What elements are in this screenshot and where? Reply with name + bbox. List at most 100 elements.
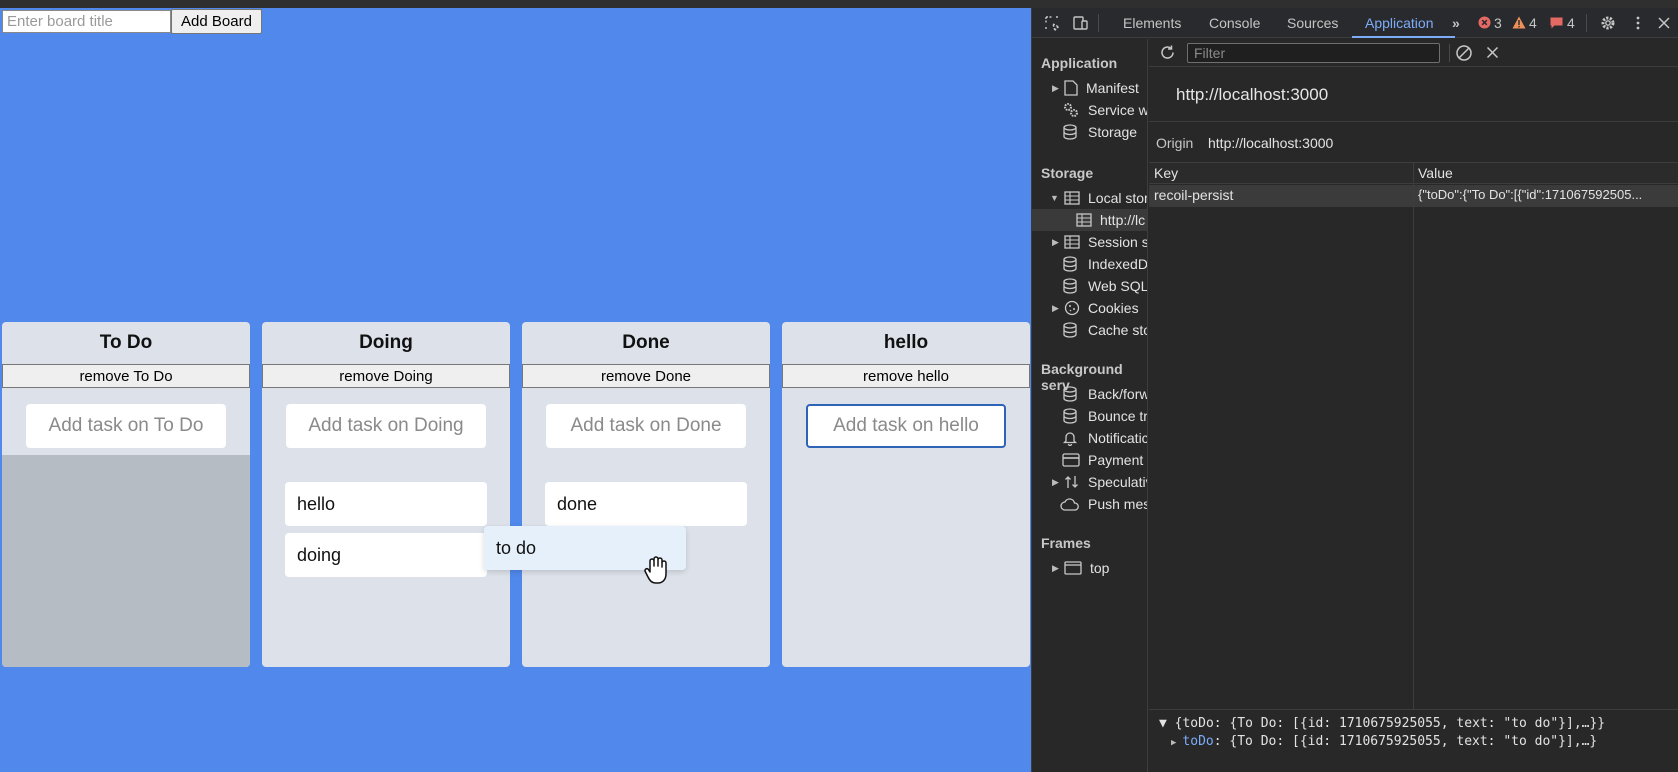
sidebar-section-storage: Storage xyxy=(1041,165,1094,181)
cell-value: {"toDo":{"To Do":[{"id":171067592505... xyxy=(1418,187,1643,202)
sidebar-item-cache-storage[interactable]: Cache sto xyxy=(1062,319,1147,341)
tab-elements[interactable]: Elements xyxy=(1123,15,1181,31)
remove-board-button[interactable]: remove Done xyxy=(522,364,770,388)
add-task-input[interactable] xyxy=(286,404,486,448)
sidebar-item-bounce-tracking[interactable]: Bounce tr xyxy=(1062,405,1148,427)
column-header-value[interactable]: Value xyxy=(1418,165,1453,181)
remove-board-button[interactable]: remove To Do xyxy=(2,364,250,388)
close-devtools-icon[interactable] xyxy=(1656,15,1672,31)
sidebar-item-label: Notificatic xyxy=(1088,430,1148,446)
add-board-button[interactable]: Add Board xyxy=(171,9,262,34)
sidebar-item-label: Speculativ xyxy=(1088,474,1148,490)
sidebar-item-localhost-origin[interactable]: http://lc xyxy=(1032,209,1147,231)
origin-heading: http://localhost:3000 xyxy=(1176,85,1329,104)
add-task-input[interactable] xyxy=(26,404,226,448)
tab-application[interactable]: Application xyxy=(1365,15,1434,31)
board-dropzone[interactable] xyxy=(782,455,1030,667)
preview-value: : {To Do: [{id: 1710675925055, text: "to… xyxy=(1213,734,1598,749)
sidebar-item-manifest[interactable]: ▶ Manifest xyxy=(1052,77,1139,99)
inspect-element-icon[interactable] xyxy=(1044,15,1060,31)
tab-console[interactable]: Console xyxy=(1209,15,1260,31)
sidebar-item-push-messaging[interactable]: Push mes xyxy=(1060,493,1147,515)
error-count[interactable]: 3 xyxy=(1494,15,1502,31)
device-toolbar-icon[interactable] xyxy=(1072,15,1088,31)
sidebar-item-service-workers[interactable]: Service w xyxy=(1062,99,1147,121)
sidebar-item-label: Bounce tr xyxy=(1088,408,1148,424)
sidebar-item-web-sql[interactable]: Web SQL xyxy=(1062,275,1148,297)
column-header-key[interactable]: Key xyxy=(1154,165,1178,181)
sidebar-item-label: Cookies xyxy=(1088,300,1139,316)
board-title: To Do xyxy=(99,332,153,353)
sidebar-item-label: Session s xyxy=(1088,234,1148,250)
table-grid-icon xyxy=(1064,235,1080,249)
sidebar-item-storage[interactable]: Storage xyxy=(1062,121,1137,143)
sidebar-item-speculative-loads[interactable]: ▶ Speculativ xyxy=(1052,471,1148,493)
credit-card-icon xyxy=(1062,453,1080,467)
warning-count[interactable]: 4 xyxy=(1529,15,1537,31)
sidebar-item-notifications[interactable]: Notificatic xyxy=(1062,427,1148,449)
origin-label: Origin xyxy=(1156,135,1194,151)
toolbar-divider xyxy=(1449,44,1450,62)
tab-sources[interactable]: Sources xyxy=(1287,15,1338,31)
database-icon xyxy=(1063,322,1077,338)
task-card[interactable]: hello xyxy=(285,482,487,526)
sidebar-item-local-storage[interactable]: ▼ Local stor xyxy=(1050,187,1148,209)
sidebar-item-cookies[interactable]: ▶ Cookies xyxy=(1052,297,1139,319)
issues-icon[interactable] xyxy=(1550,17,1563,29)
issues-count[interactable]: 4 xyxy=(1567,15,1575,31)
remove-board-button[interactable]: remove Doing xyxy=(262,364,510,388)
sidebar-item-label: Local stor xyxy=(1088,190,1148,206)
database-icon xyxy=(1063,386,1077,402)
preview-property-line[interactable]: ▶ toDo: {To Do: [{id: 1710675925055, text… xyxy=(1171,734,1597,749)
toolbar-divider xyxy=(1098,14,1099,32)
sidebar-item-label: IndexedD xyxy=(1088,256,1148,272)
active-tab-indicator xyxy=(1352,36,1455,38)
warning-icon[interactable] xyxy=(1512,16,1526,29)
more-tabs-icon[interactable]: » xyxy=(1452,15,1460,31)
expand-arrow-icon[interactable]: ▶ xyxy=(1052,303,1064,314)
sidebar-item-payment-handler[interactable]: Payment I xyxy=(1062,449,1148,471)
add-task-input[interactable] xyxy=(546,404,746,448)
sidebar-item-label: Manifest xyxy=(1086,80,1139,96)
table-grid-icon xyxy=(1076,213,1092,227)
sidebar-item-back-forward-cache[interactable]: Back/forw xyxy=(1062,383,1147,405)
filter-input[interactable] xyxy=(1187,43,1440,63)
delete-selected-icon[interactable] xyxy=(1486,46,1499,59)
board-dropzone[interactable] xyxy=(2,455,250,667)
bell-icon xyxy=(1062,432,1078,446)
expand-arrow-icon[interactable]: ▶ xyxy=(1171,738,1176,748)
sidebar-item-label: Web SQL xyxy=(1088,278,1148,294)
collapse-arrow-icon[interactable]: ▼ xyxy=(1050,193,1064,203)
column-divider[interactable] xyxy=(1413,163,1414,709)
error-icon[interactable] xyxy=(1478,16,1491,29)
expand-arrow-icon[interactable]: ▶ xyxy=(1052,237,1064,248)
board-doing: Doing remove Doing hello doing xyxy=(262,322,510,667)
expand-arrow-icon[interactable]: ▶ xyxy=(1052,83,1064,94)
expand-arrow-icon[interactable]: ▶ xyxy=(1052,563,1064,574)
refresh-icon[interactable] xyxy=(1159,44,1176,61)
cell-key: recoil-persist xyxy=(1154,187,1234,203)
sidebar-item-session-storage[interactable]: ▶ Session s xyxy=(1052,231,1148,253)
task-card[interactable]: done xyxy=(545,482,747,526)
remove-board-button[interactable]: remove hello xyxy=(782,364,1030,388)
sidebar-item-label: top xyxy=(1090,560,1110,576)
divider xyxy=(1149,121,1678,122)
sidebar-item-label: Payment I xyxy=(1088,452,1148,468)
sidebar-item-label: Storage xyxy=(1088,124,1138,140)
expand-arrow-icon[interactable]: ▶ xyxy=(1052,477,1064,488)
add-task-input[interactable] xyxy=(806,404,1006,448)
board-title-input[interactable] xyxy=(2,10,171,33)
local-storage-table: Key Value recoil-persist {"toDo":{"To Do… xyxy=(1149,162,1678,709)
cookie-icon xyxy=(1064,300,1080,316)
settings-gear-icon[interactable] xyxy=(1600,15,1616,31)
clear-all-icon[interactable] xyxy=(1455,44,1473,62)
sidebar-section-frames: Frames xyxy=(1041,535,1091,551)
sidebar-item-label: http://lc xyxy=(1100,212,1146,228)
sidebar-item-frame-top[interactable]: ▶ top xyxy=(1052,557,1109,579)
preview-root-line[interactable]: ▼ {toDo: {To Do: [{id: 1710675925055, te… xyxy=(1159,716,1605,731)
storage-view: http://localhost:3000 Origin http://loca… xyxy=(1149,39,1678,772)
more-options-icon[interactable] xyxy=(1630,15,1646,31)
task-card[interactable]: doing xyxy=(285,533,487,577)
sidebar-item-indexeddb[interactable]: IndexedD xyxy=(1062,253,1148,275)
sidebar-section-application: Application xyxy=(1041,55,1118,71)
